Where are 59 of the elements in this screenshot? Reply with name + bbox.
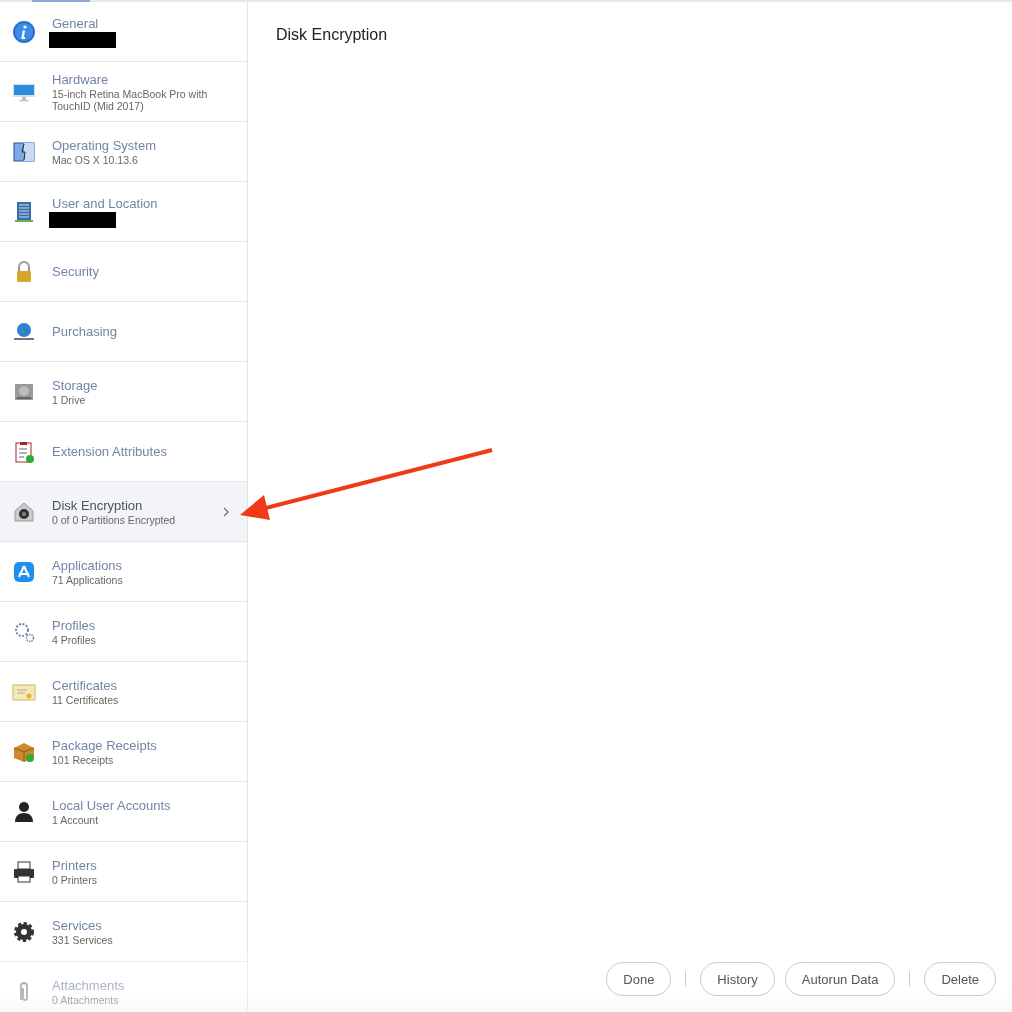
item-subtitle: 101 Receipts	[52, 753, 115, 766]
building-icon	[12, 199, 36, 224]
item-subtitle: 0 Attachments	[52, 993, 120, 1006]
item-subtitle: 0 Printers	[52, 873, 98, 886]
item-subtitle: Mac OS X 10.13.6	[52, 153, 139, 166]
item-title: General	[52, 15, 100, 32]
sidebar-item[interactable]: Profiles 4 Profiles	[0, 602, 247, 662]
sidebar-item[interactable]: Hardware 15-inch Retina MacBook Pro with TouchID (Mid 2017)	[0, 62, 247, 122]
item-subtitle: 71 Applications	[52, 573, 124, 586]
item-title: Certificates	[52, 677, 119, 694]
footer-button[interactable]: Autorun Data	[784, 962, 896, 996]
sidebar-item[interactable]: Purchasing	[0, 302, 247, 362]
app-store-icon	[12, 559, 36, 584]
item-title: Extension Attributes	[52, 443, 168, 460]
finder-icon	[12, 139, 36, 164]
item-title: Security	[52, 263, 100, 280]
item-subtitle: 4 Profiles	[52, 633, 97, 646]
sidebar-item[interactable]: Security	[0, 242, 247, 302]
item-title: Storage	[52, 377, 99, 394]
footer-button[interactable]: Done	[606, 962, 672, 996]
item-title: Disk Encryption	[52, 497, 144, 514]
sidebar-item[interactable]: Disk Encryption 0 of 0 Partitions Encrypted	[0, 482, 247, 542]
item-title: Printers	[52, 857, 98, 874]
person-icon	[12, 799, 36, 824]
clipboard-icon	[12, 439, 36, 464]
sidebar-item[interactable]: Storage 1 Drive	[0, 362, 247, 422]
item-subtitle: 11 Certificates	[52, 693, 120, 706]
info-icon	[12, 19, 36, 44]
item-subtitle: 15-inch Retina MacBook Pro with TouchID (Mid 2017)	[52, 87, 209, 112]
sidebar-item[interactable]: User and Location	[0, 182, 247, 242]
sidebar-item[interactable]: Printers 0 Printers	[0, 842, 247, 902]
printer-icon	[12, 859, 36, 884]
sidebar-item[interactable]: Services 331 Services	[0, 902, 247, 962]
item-title: Purchasing	[52, 323, 119, 340]
sidebar-item[interactable]: Package Receipts 101 Receipts	[0, 722, 247, 782]
item-subtitle: 1 Account	[52, 813, 100, 826]
item-title: Operating System	[52, 137, 158, 154]
section-title: Disk Encryption	[276, 26, 389, 44]
sidebar-item[interactable]: Certificates 11 Certificates	[0, 662, 247, 722]
item-subtitle: 1 Drive	[52, 393, 87, 406]
item-title: Services	[52, 917, 103, 934]
footer-button[interactable]: History	[700, 962, 775, 996]
item-title: Local User Accounts	[52, 797, 172, 814]
item-title: Applications	[52, 557, 124, 574]
gear-icon	[12, 919, 36, 944]
item-subtitle: 0 of 0 Partitions Encrypted	[52, 513, 177, 526]
item-subtitle: 331 Services	[52, 933, 114, 946]
item-title: Hardware	[52, 71, 110, 88]
chevron-icon	[223, 506, 229, 517]
sidebar-item[interactable]: Local User Accounts 1 Account	[0, 782, 247, 842]
item-title: Attachments	[52, 977, 126, 994]
sidebar-item[interactable]: Applications 71 Applications	[0, 542, 247, 602]
item-title: Profiles	[52, 617, 97, 634]
item-title: User and Location	[52, 195, 159, 212]
footer-button[interactable]: Delete	[924, 962, 996, 996]
tab-indicator	[32, 0, 90, 2]
item-title: Package Receipts	[52, 737, 158, 754]
sidebar-item[interactable]: Operating System Mac OS X 10.13.6	[0, 122, 247, 182]
sidebar-item[interactable]: General	[0, 2, 247, 62]
